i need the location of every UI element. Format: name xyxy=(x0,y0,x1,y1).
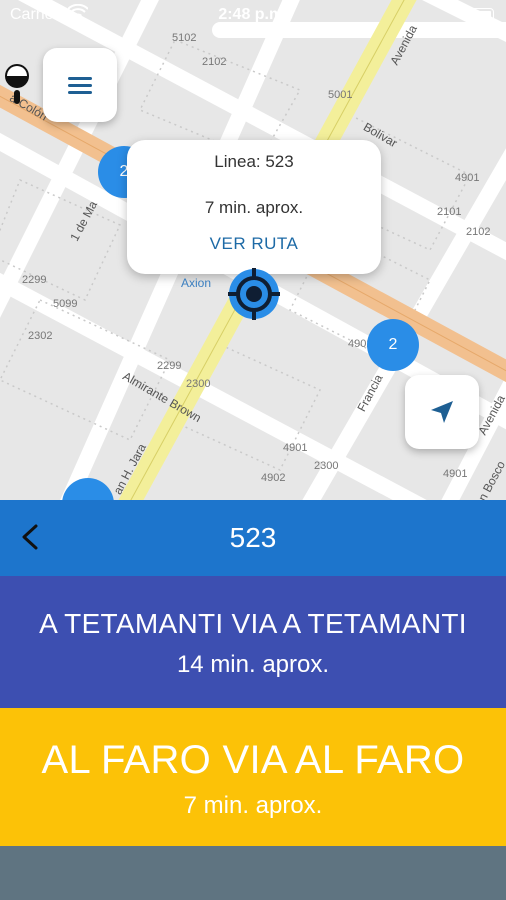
block-number: 2300 xyxy=(186,378,211,390)
destination-eta: 14 min. aprox. xyxy=(176,651,330,678)
menu-button[interactable] xyxy=(43,48,117,122)
destination-option[interactable]: AL FARO VIA AL FARO 7 min. aprox. xyxy=(0,708,506,846)
destination-name: A TETAMANTI VIA A TETAMANTI xyxy=(39,608,467,639)
compass-icon[interactable] xyxy=(3,62,31,106)
block-number: 2299 xyxy=(22,274,47,286)
block-number: 5102 xyxy=(172,32,197,44)
bus-cluster-marker[interactable]: 2 xyxy=(367,319,419,371)
navigation-arrow-icon xyxy=(431,401,453,423)
block-number: 5099 xyxy=(53,298,78,310)
bus-info-popup: Linea: 523 7 min. aprox. VER RUTA xyxy=(127,140,381,274)
block-number: 4901 xyxy=(283,442,308,454)
poi-label: Axion xyxy=(181,276,212,290)
hamburger-menu-icon xyxy=(68,73,92,98)
status-bar: Carrier 2:48 p.m. xyxy=(0,0,506,30)
block-number: 5001 xyxy=(328,89,353,101)
view-route-link[interactable]: VER RUTA xyxy=(127,234,381,254)
block-number: 2302 xyxy=(28,330,53,342)
block-number: 4901 xyxy=(455,172,480,184)
locate-me-button[interactable] xyxy=(405,375,479,449)
route-title: 523 xyxy=(229,522,277,553)
destination-option[interactable]: A TETAMANTI VIA A TETAMANTI 14 min. apro… xyxy=(0,576,506,708)
crosshair-target-icon[interactable] xyxy=(226,266,282,322)
destination-name: AL FARO VIA AL FARO xyxy=(41,738,465,782)
block-number: 2102 xyxy=(202,56,227,68)
block-number: 2102 xyxy=(466,226,491,238)
footer-band xyxy=(0,846,506,900)
block-number: 4901 xyxy=(443,468,468,480)
route-header: 523 xyxy=(0,500,506,576)
block-number: 2300 xyxy=(314,460,339,472)
block-number: 2299 xyxy=(157,360,182,372)
destination-eta: 7 min. aprox. xyxy=(183,792,323,819)
block-number: 2101 xyxy=(437,206,462,218)
popup-line-label: Linea: 523 xyxy=(214,152,294,171)
block-number: 4902 xyxy=(261,472,286,484)
popup-eta-label: 7 min. aprox. xyxy=(204,198,304,217)
battery-icon xyxy=(464,8,494,22)
map-view[interactable]: Avenida Bolivar 1 de Ma Almirante Brown … xyxy=(0,0,506,500)
status-time: 2:48 p.m. xyxy=(218,6,288,23)
